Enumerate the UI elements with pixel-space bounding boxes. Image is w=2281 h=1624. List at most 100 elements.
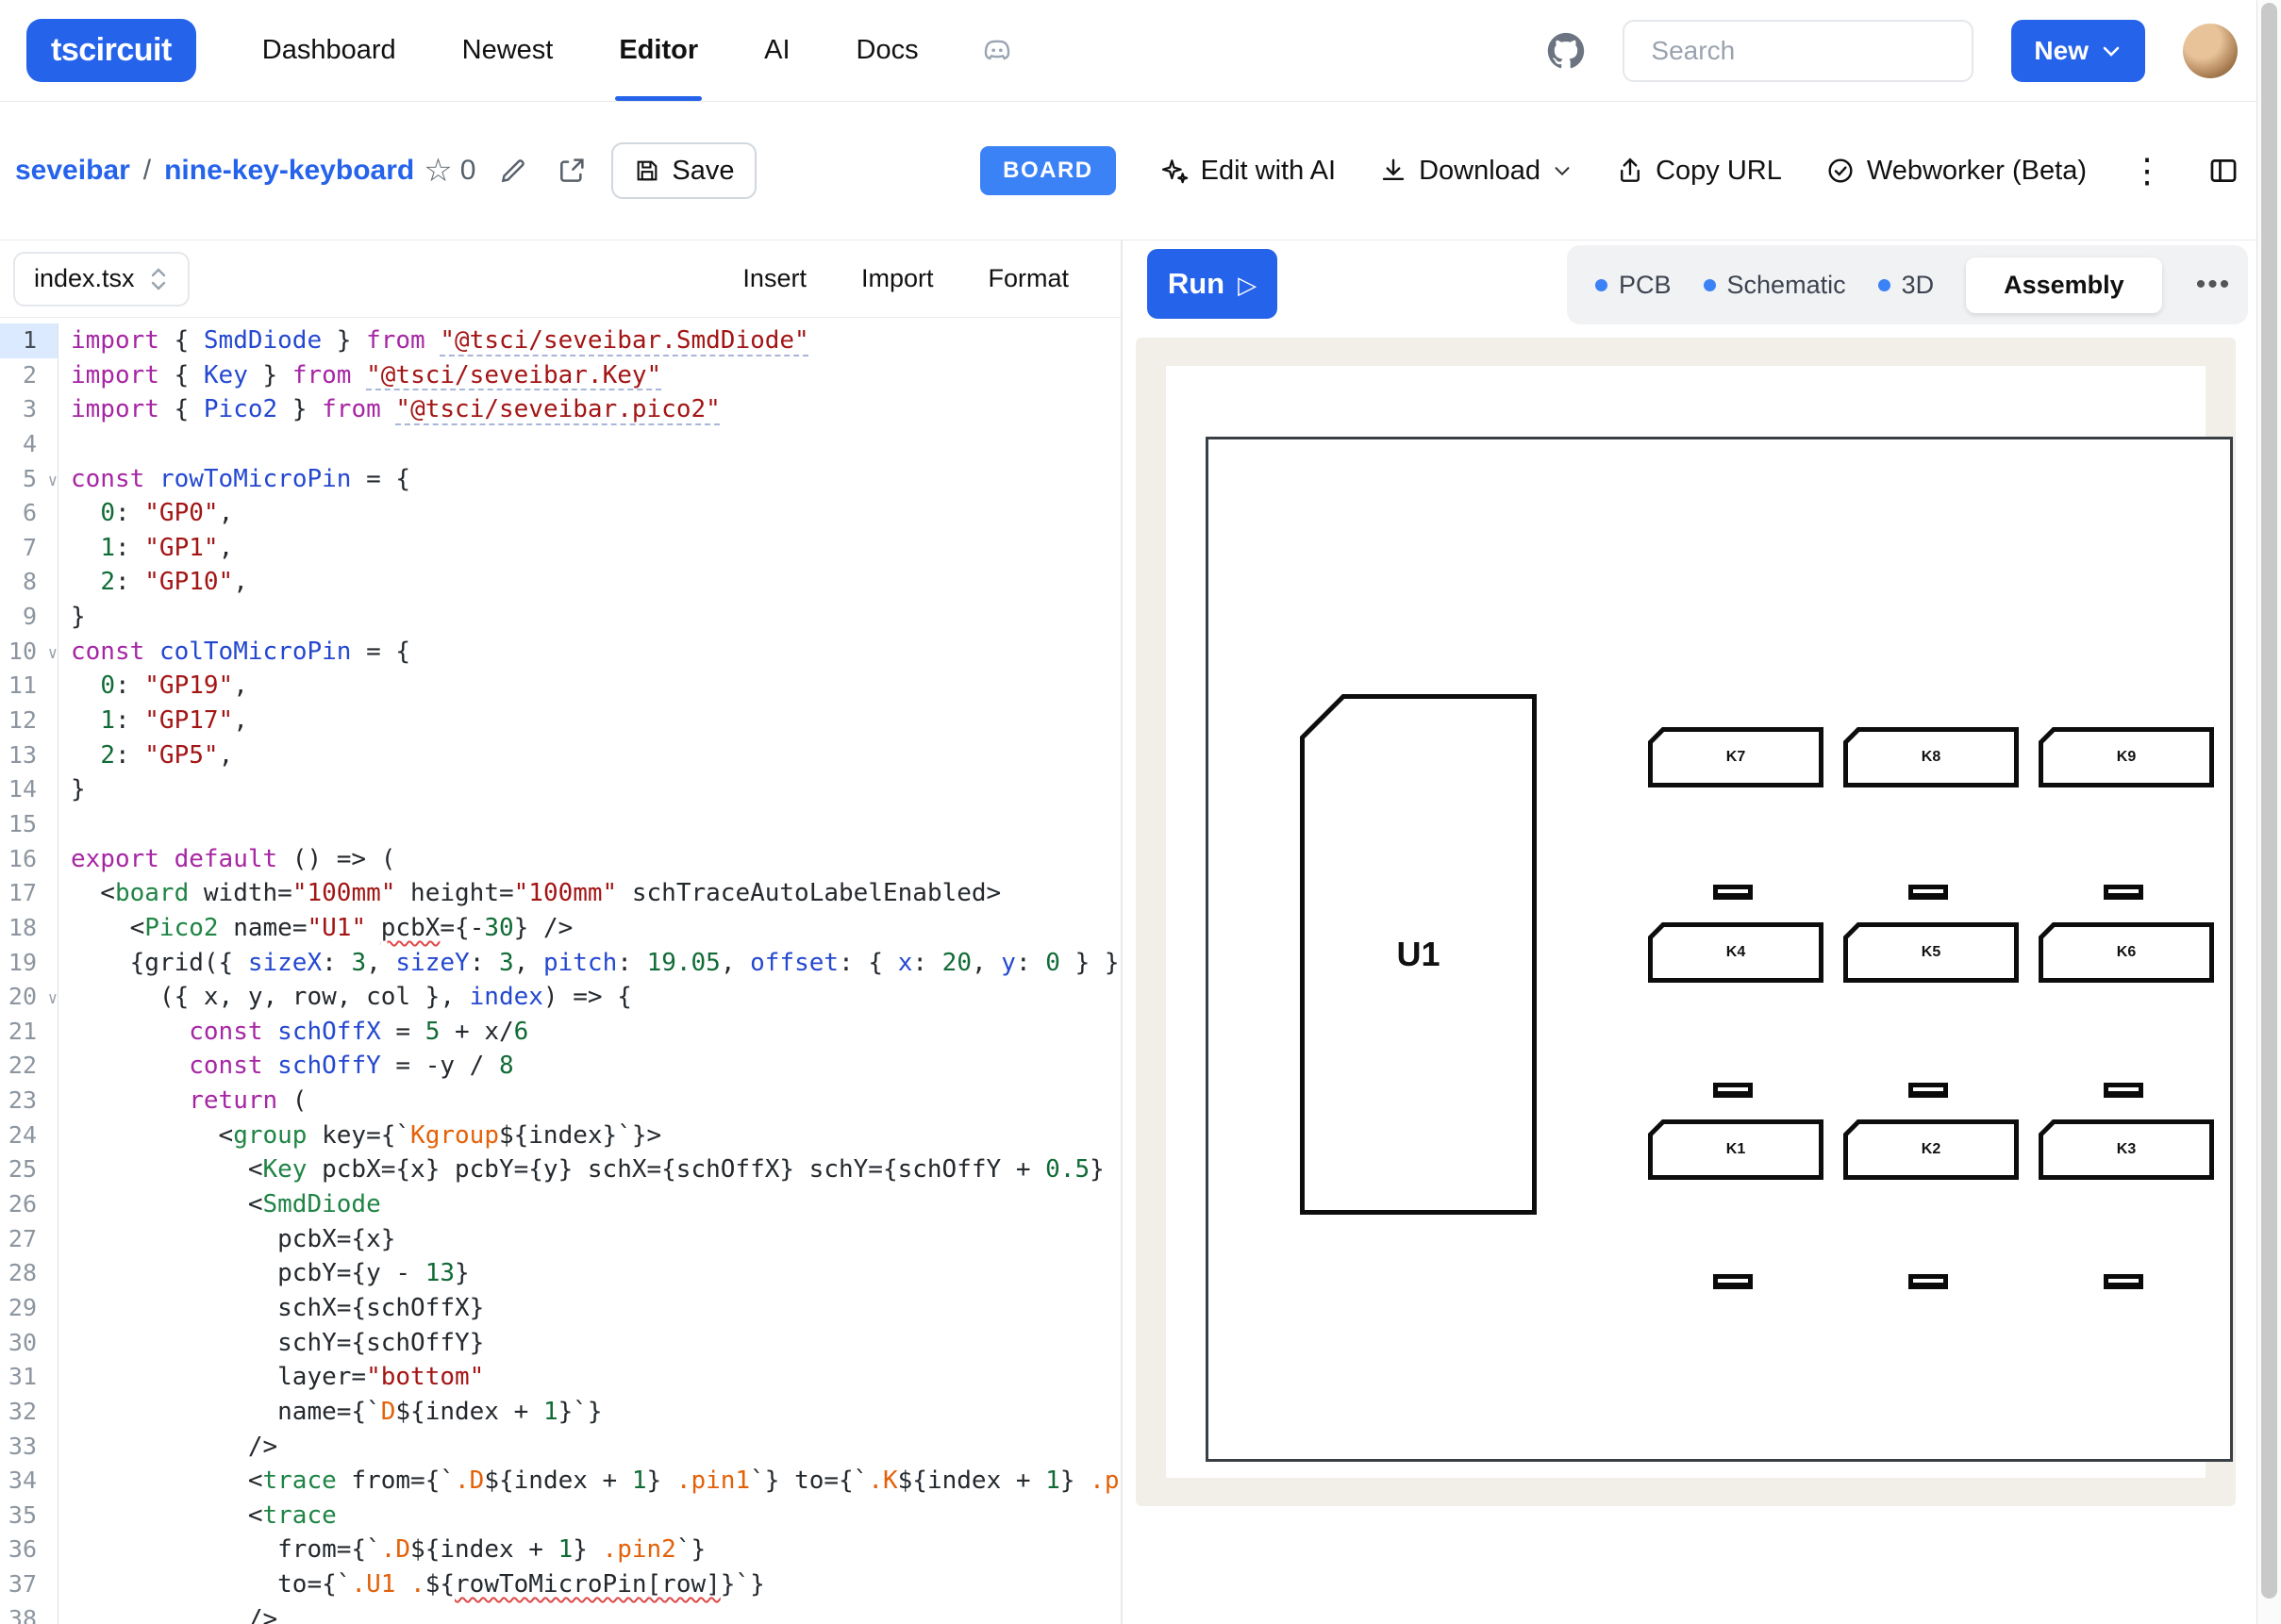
avatar[interactable] xyxy=(2183,24,2238,78)
code-line[interactable]: <group key={`Kgroup${index}`}> xyxy=(71,1119,1121,1153)
code-line[interactable]: const rowToMicroPin = { xyxy=(71,462,1121,497)
line-number[interactable]: 32 xyxy=(0,1395,58,1430)
code-line[interactable]: const schOffX = 5 + x/6 xyxy=(71,1015,1121,1050)
code-line[interactable]: to={`.U1 .${rowToMicroPin[row]}`} xyxy=(71,1567,1121,1602)
component-u1[interactable]: U1 xyxy=(1300,694,1537,1215)
line-number[interactable]: 3 xyxy=(0,392,58,427)
tab-3d[interactable]: 3D xyxy=(1878,271,1935,300)
line-number[interactable]: 4 xyxy=(0,427,58,462)
rename-pencil-icon[interactable] xyxy=(498,156,528,186)
component-key-k9[interactable]: K9 xyxy=(2039,727,2214,787)
discord-icon[interactable] xyxy=(981,35,1013,67)
scrollbar-thumb[interactable] xyxy=(2261,3,2277,1599)
line-number[interactable]: 1 xyxy=(0,323,58,358)
line-number[interactable]: 14 xyxy=(0,772,58,807)
save-button[interactable]: Save xyxy=(611,142,757,199)
tabs-overflow-icon[interactable]: ••• xyxy=(2196,269,2232,301)
component-diode[interactable] xyxy=(2104,1274,2143,1289)
code-line[interactable]: 0: "GP19", xyxy=(71,669,1121,704)
line-number[interactable]: 27 xyxy=(0,1222,58,1257)
code-line[interactable]: 2: "GP5", xyxy=(71,738,1121,773)
component-diode[interactable] xyxy=(1713,1274,1753,1289)
line-number[interactable]: 7 xyxy=(0,531,58,566)
component-key-k7[interactable]: K7 xyxy=(1648,727,1823,787)
code-area[interactable]: 12345∨678910∨11121314151617181920∨212223… xyxy=(0,318,1121,1624)
fold-chevron-icon[interactable]: ∨ xyxy=(48,982,58,1017)
component-key-k8[interactable]: K8 xyxy=(1843,727,2019,787)
code-line[interactable]: /> xyxy=(71,1430,1121,1465)
code-line[interactable]: import { SmdDiode } from "@tsci/seveibar… xyxy=(71,323,1121,358)
line-number[interactable]: 5∨ xyxy=(0,462,58,497)
line-number[interactable]: 35 xyxy=(0,1499,58,1533)
component-diode[interactable] xyxy=(1908,1274,1948,1289)
line-number[interactable]: 9 xyxy=(0,600,58,635)
code-line[interactable]: <Pico2 name="U1" pcbX={-30} /> xyxy=(71,911,1121,946)
component-key-k4[interactable]: K4 xyxy=(1648,922,1823,983)
webworker-button[interactable]: Webworker (Beta) xyxy=(1825,156,2087,187)
code-line[interactable]: pcbY={y - 13} xyxy=(71,1256,1121,1291)
new-button[interactable]: New xyxy=(2011,20,2145,82)
component-diode[interactable] xyxy=(1908,1083,1948,1098)
copy-url-button[interactable]: Copy URL xyxy=(1616,156,1782,187)
code-line[interactable]: 2: "GP10", xyxy=(71,565,1121,600)
star-widget[interactable]: ☆ 0 xyxy=(424,152,475,190)
code-line[interactable]: 1: "GP17", xyxy=(71,704,1121,738)
breadcrumb-project[interactable]: nine-key-keyboard xyxy=(164,155,414,187)
line-number[interactable]: 10∨ xyxy=(0,635,58,670)
component-key-k6[interactable]: K6 xyxy=(2039,922,2214,983)
line-number[interactable]: 23 xyxy=(0,1084,58,1119)
line-number[interactable]: 29 xyxy=(0,1291,58,1326)
code-line[interactable]: {grid({ sizeX: 3, sizeY: 3, pitch: 19.05… xyxy=(71,946,1121,981)
component-diode[interactable] xyxy=(1713,885,1753,900)
tab-assembly[interactable]: Assembly xyxy=(1966,257,2162,313)
line-number[interactable]: 30 xyxy=(0,1326,58,1361)
fold-chevron-icon[interactable]: ∨ xyxy=(48,464,58,499)
editor-menu-import[interactable]: Import xyxy=(861,264,934,293)
code-line[interactable]: schY={schOffY} xyxy=(71,1326,1121,1361)
code-line[interactable]: schX={schOffX} xyxy=(71,1291,1121,1326)
tab-pcb[interactable]: PCB xyxy=(1595,271,1672,300)
code-line[interactable]: const colToMicroPin = { xyxy=(71,635,1121,670)
line-number[interactable]: 19 xyxy=(0,946,58,981)
code-line[interactable]: import { Key } from "@tsci/seveibar.Key" xyxy=(71,358,1121,393)
code-line[interactable] xyxy=(71,427,1121,462)
line-number[interactable]: 20∨ xyxy=(0,980,58,1015)
search-input[interactable] xyxy=(1623,20,1973,82)
component-key-k2[interactable]: K2 xyxy=(1843,1119,2019,1180)
component-key-k1[interactable]: K1 xyxy=(1648,1119,1823,1180)
line-number[interactable]: 16 xyxy=(0,842,58,877)
tscircuit-logo[interactable]: tscircuit xyxy=(26,19,196,82)
line-number[interactable]: 31 xyxy=(0,1360,58,1395)
line-number[interactable]: 11 xyxy=(0,669,58,704)
code-line[interactable]: return ( xyxy=(71,1084,1121,1119)
component-diode[interactable] xyxy=(2104,1083,2143,1098)
code-line[interactable]: /> xyxy=(71,1602,1121,1624)
line-number[interactable]: 2 xyxy=(0,358,58,393)
code-line[interactable]: <SmdDiode xyxy=(71,1187,1121,1222)
line-number[interactable]: 38 xyxy=(0,1602,58,1624)
line-number[interactable]: 36 xyxy=(0,1533,58,1567)
line-number[interactable]: 24 xyxy=(0,1119,58,1153)
editor-menu-format[interactable]: Format xyxy=(988,264,1069,293)
code-line[interactable]: <board width="100mm" height="100mm" schT… xyxy=(71,876,1121,911)
code-line[interactable]: <Key pcbX={x} pcbY={y} schX={schOffX} sc… xyxy=(71,1152,1121,1187)
code-line[interactable]: export default () => ( xyxy=(71,842,1121,877)
line-number[interactable]: 8 xyxy=(0,565,58,600)
line-number[interactable]: 17 xyxy=(0,876,58,911)
code-line[interactable]: layer="bottom" xyxy=(71,1360,1121,1395)
line-number[interactable]: 21 xyxy=(0,1015,58,1050)
code-line[interactable]: const schOffY = -y / 8 xyxy=(71,1049,1121,1084)
file-selector[interactable]: index.tsx xyxy=(13,252,190,307)
run-button[interactable]: Run ▷ xyxy=(1147,249,1277,319)
nav-link-dashboard[interactable]: Dashboard xyxy=(262,0,396,101)
assembly-canvas[interactable]: U1K7K8K9K4K5K6K1K2K3 xyxy=(1136,338,2236,1506)
line-number[interactable]: 18 xyxy=(0,911,58,946)
nav-link-ai[interactable]: AI xyxy=(764,0,790,101)
board-badge[interactable]: BOARD xyxy=(980,146,1116,195)
line-number[interactable]: 13 xyxy=(0,738,58,773)
toggle-panel-icon[interactable] xyxy=(2207,155,2239,187)
line-number[interactable]: 28 xyxy=(0,1256,58,1291)
line-number[interactable]: 37 xyxy=(0,1567,58,1602)
line-number[interactable]: 6 xyxy=(0,496,58,531)
line-number[interactable]: 26 xyxy=(0,1187,58,1222)
